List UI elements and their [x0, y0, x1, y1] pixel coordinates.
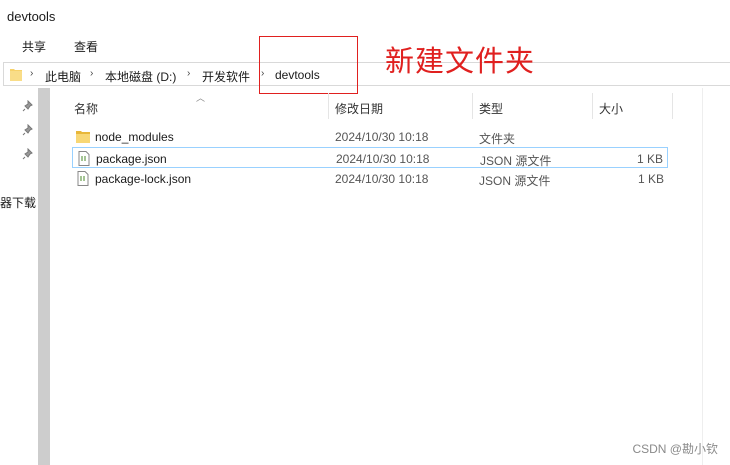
column-header-size[interactable]: 大小 — [599, 100, 623, 117]
folder-icon — [76, 131, 90, 143]
file-row-package-json[interactable]: package.json 2024/10/30 10:18 JSON 源文件 1… — [72, 147, 668, 168]
chevron-right-icon: › — [30, 68, 34, 79]
file-name: package-lock.json — [95, 172, 192, 186]
ribbon: 共享 查看 — [0, 32, 730, 58]
file-modified: 2024/10/30 10:18 — [335, 130, 429, 144]
file-name: node_modules — [95, 130, 174, 144]
file-size: 1 KB — [636, 152, 663, 166]
pin-icon[interactable] — [22, 124, 34, 136]
folder-icon — [10, 69, 22, 81]
chevron-right-icon: › — [187, 68, 191, 79]
file-row-package-lock-json[interactable]: package-lock.json 2024/10/30 10:18 JSON … — [72, 168, 668, 189]
file-modified: 2024/10/30 10:18 — [335, 172, 429, 186]
chevron-right-icon: › — [90, 68, 94, 79]
window-title: devtools — [7, 9, 56, 24]
nav-scrollbar[interactable] — [38, 88, 50, 465]
column-divider — [592, 93, 593, 119]
json-file-icon — [78, 151, 90, 166]
breadcrumb-this-pc[interactable]: 此电脑 — [45, 68, 81, 85]
file-type: JSON 源文件 — [480, 154, 552, 168]
file-type: JSON 源文件 — [479, 174, 551, 188]
file-type: 文件夹 — [479, 132, 516, 146]
column-header-type[interactable]: 类型 — [479, 100, 503, 117]
annotation-label: 新建文件夹 — [385, 44, 536, 78]
file-modified: 2024/10/30 10:18 — [336, 152, 430, 166]
column-divider — [672, 93, 673, 119]
column-divider — [472, 93, 473, 119]
column-header-name[interactable]: 名称 — [74, 100, 98, 117]
tab-view[interactable]: 查看 — [72, 38, 100, 55]
pin-icon[interactable] — [22, 100, 34, 112]
breadcrumb-dev-software[interactable]: 开发软件 — [202, 68, 250, 85]
file-row-node-modules[interactable]: node_modules 2024/10/30 10:18 文件夹 — [72, 126, 668, 147]
column-divider — [328, 93, 329, 119]
column-header-modified[interactable]: 修改日期 — [335, 100, 383, 117]
nav-item-downloads-partial[interactable]: 器下载 — [0, 194, 36, 211]
title-bar: devtools — [0, 0, 730, 32]
watermark: CSDN @勘小钦 — [632, 442, 718, 456]
content-scrollbar-track[interactable] — [702, 88, 703, 465]
address-bar[interactable]: › 此电脑 › 本地磁盘 (D:) › 开发软件 › devtools — [3, 62, 730, 86]
file-list: ︿ 名称 修改日期 类型 大小 node_modules 2024/10/30 … — [52, 88, 730, 465]
annotation-highlight-box — [259, 36, 358, 94]
file-name: package.json — [96, 152, 167, 166]
pin-icon[interactable] — [22, 148, 34, 160]
json-file-icon — [77, 171, 89, 186]
breadcrumb-local-disk[interactable]: 本地磁盘 (D:) — [105, 68, 176, 85]
tab-share[interactable]: 共享 — [20, 38, 48, 55]
sort-arrow-icon: ︿ — [196, 93, 206, 103]
file-size: 1 KB — [637, 172, 664, 186]
